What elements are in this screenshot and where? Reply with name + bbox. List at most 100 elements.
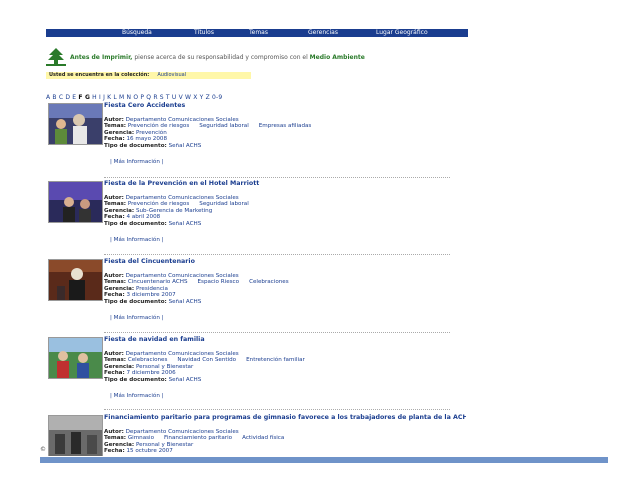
top-navbar: Búsqueda Títulos Temas Gerencias Lugar G…: [46, 29, 468, 37]
record-tema[interactable]: Gimnasio: [128, 435, 154, 441]
print-notice-prefix: Antes de Imprimir,: [70, 53, 133, 61]
more-info-link[interactable]: Más Información: [114, 315, 160, 321]
record-fecha: 15 octubre 2007: [126, 448, 173, 455]
record-tipo[interactable]: Señal ACHS: [169, 143, 202, 149]
label-tipo: Tipo de documento:: [104, 376, 167, 383]
record-divider: [104, 409, 450, 410]
record-fields: Autor: Departamento Comunicaciones Socia…: [104, 273, 464, 305]
record-gerencia[interactable]: Presidencia: [136, 286, 168, 292]
nav-temas[interactable]: Temas: [249, 29, 268, 37]
alphabet-letters-after[interactable]: H I J K L M N O P Q R S T U V W X Y Z 0-…: [90, 94, 222, 101]
label-fecha: Fecha:: [104, 214, 125, 221]
record-gerencia[interactable]: Personal y Bienestar: [136, 442, 193, 448]
record-thumbnail[interactable]: [48, 259, 103, 301]
record-tema[interactable]: Navidad Con Sentido: [177, 357, 236, 363]
record-tema[interactable]: Seguridad laboral: [199, 123, 249, 129]
record-tipo[interactable]: Señal ACHS: [169, 377, 202, 383]
record-body: Fiesta Cero Accidentes Autor: Departamen…: [104, 102, 464, 165]
label-fecha: Fecha:: [104, 448, 125, 455]
label-gerencia: Gerencia:: [104, 129, 135, 136]
label-temas: Temas:: [104, 123, 127, 130]
label-tipo: Tipo de documento:: [104, 220, 167, 227]
record-body: Fiesta de navidad en familia Autor: Depa…: [104, 336, 464, 399]
record-tema[interactable]: Actividad física: [242, 435, 284, 441]
record-fecha: 4 abril 2008: [126, 214, 161, 221]
record-divider: [104, 177, 450, 178]
copyright-mark: ©: [40, 446, 46, 453]
more-info: | Más Información |: [110, 393, 164, 400]
record-tema[interactable]: Prevención de riesgos: [128, 123, 189, 129]
alphabet-letters-current[interactable]: F G: [78, 94, 90, 101]
record-fecha: 3 diciembre 2007: [126, 292, 176, 299]
collection-bar: Usted se encuentra en la colección: Audio…: [46, 72, 251, 79]
tree-icon: [46, 48, 66, 66]
record-thumbnail[interactable]: [48, 415, 103, 456]
record-fields: Autor: Departamento Comunicaciones Socia…: [104, 195, 464, 227]
alphabet-index: A B C D E F G H I J K L M N O P Q R S T …: [46, 94, 222, 101]
record-tema[interactable]: Prevención de riesgos: [128, 201, 189, 207]
label-tipo: Tipo de documento:: [104, 142, 167, 149]
record-title[interactable]: Fiesta Cero Accidentes: [104, 102, 464, 109]
record-fecha: 16 mayo 2008: [126, 136, 168, 143]
print-notice-middle: piense acerca de su responsabilidad y co…: [132, 53, 310, 61]
record-title[interactable]: Financiamiento paritario para programas …: [104, 414, 466, 421]
record-gerencia[interactable]: Personal y Bienestar: [136, 364, 193, 370]
label-gerencia: Gerencia:: [104, 285, 135, 292]
record-body: Fiesta del Cincuentenario Autor: Departa…: [104, 258, 464, 321]
more-info: | Más Información |: [110, 315, 164, 322]
record-fecha: 7 diciembre 2006: [126, 370, 176, 377]
label-autor: Autor:: [104, 273, 124, 279]
record-body: Fiesta de la Prevención en el Hotel Marr…: [104, 180, 464, 243]
more-info: | Más Información |: [110, 237, 164, 244]
label-fecha: Fecha:: [104, 370, 125, 377]
more-info-link[interactable]: Más Información: [114, 393, 160, 399]
record-tema[interactable]: Celebraciones: [249, 279, 289, 285]
print-notice-highlight[interactable]: Medio Ambiente: [310, 54, 365, 61]
print-notice: Antes de Imprimir, piense acerca de su r…: [46, 46, 365, 68]
record-divider: [104, 254, 450, 255]
more-info-link[interactable]: Más Información: [114, 159, 160, 165]
record-fields: Autor: Departamento Comunicaciones Socia…: [104, 117, 464, 149]
more-info: | Más Información |: [110, 159, 164, 166]
print-notice-text: Antes de Imprimir, piense acerca de su r…: [70, 54, 365, 61]
label-temas: Temas:: [104, 357, 127, 364]
collection-label: Usted se encuentra en la colección:: [49, 72, 150, 78]
record-tema[interactable]: Financiamiento paritario: [164, 435, 232, 441]
record-item: Financiamiento paritario para programas …: [46, 414, 466, 456]
record-title[interactable]: Fiesta de navidad en familia: [104, 336, 464, 343]
label-tipo: Tipo de documento:: [104, 298, 167, 305]
alphabet-letters-before[interactable]: A B C D E: [46, 94, 78, 101]
nav-lugar-geografico[interactable]: Lugar Geográfico: [376, 29, 428, 37]
record-fields: Autor: Departamento Comunicaciones Socia…: [104, 429, 464, 455]
label-gerencia: Gerencia:: [104, 363, 135, 370]
record-title[interactable]: Fiesta del Cincuentenario: [104, 258, 464, 265]
label-temas: Temas:: [104, 279, 127, 286]
label-temas: Temas:: [104, 435, 127, 442]
record-title[interactable]: Fiesta de la Prevención en el Hotel Marr…: [104, 180, 464, 187]
record-tipo[interactable]: Señal ACHS: [169, 299, 202, 305]
record-thumbnail[interactable]: [48, 181, 103, 223]
record-tema[interactable]: Espacio Riesco: [198, 279, 240, 285]
label-gerencia: Gerencia:: [104, 441, 135, 448]
collection-value[interactable]: Audiovisual: [157, 72, 186, 78]
record-divider: [104, 332, 450, 333]
record-body: Financiamiento paritario para programas …: [104, 414, 466, 455]
record-tema[interactable]: Entretención familiar: [246, 357, 305, 363]
record-tema[interactable]: Seguridad laboral: [199, 201, 249, 207]
record-thumbnail[interactable]: [48, 103, 103, 145]
record-thumbnail[interactable]: [48, 337, 103, 379]
nav-gerencias[interactable]: Gerencias: [308, 29, 338, 37]
label-temas: Temas:: [104, 201, 127, 208]
bottom-bar: [40, 457, 608, 463]
nav-busqueda[interactable]: Búsqueda: [122, 29, 152, 37]
more-info-link[interactable]: Más Información: [114, 237, 160, 243]
record-autor[interactable]: Departamento Comunicaciones Sociales: [126, 273, 239, 279]
record-tipo[interactable]: Señal ACHS: [169, 221, 202, 227]
record-tema[interactable]: Empresas afiliadas: [259, 123, 312, 129]
record-gerencia[interactable]: Sub-Gerencia de Marketing: [136, 208, 212, 214]
label-fecha: Fecha:: [104, 292, 125, 299]
record-gerencia[interactable]: Prevención: [136, 130, 167, 136]
record-tema[interactable]: Cincuentenario ACHS: [128, 279, 188, 285]
record-tema[interactable]: Celebraciones: [128, 357, 168, 363]
nav-titulos[interactable]: Títulos: [194, 29, 214, 37]
